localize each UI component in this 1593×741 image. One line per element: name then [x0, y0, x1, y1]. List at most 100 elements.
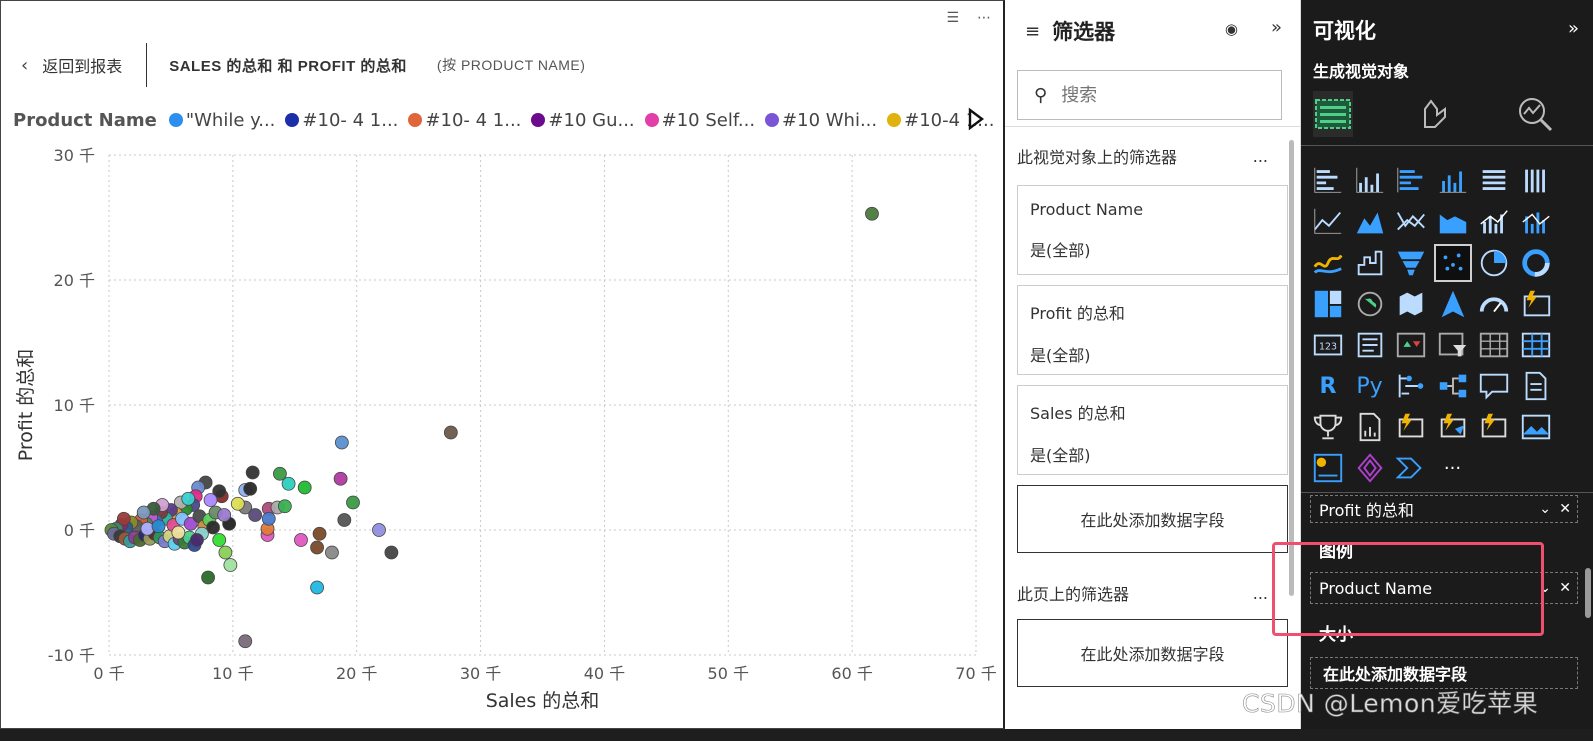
- visual-type-icon[interactable]: [1351, 244, 1389, 282]
- visual-type-icon[interactable]: [1517, 367, 1555, 405]
- data-point[interactable]: [325, 545, 339, 560]
- visual-type-icon[interactable]: [1309, 203, 1347, 241]
- data-point[interactable]: [245, 465, 260, 480]
- visual-type-icon[interactable]: [1309, 408, 1347, 446]
- legend-item[interactable]: #10 Self...: [644, 110, 755, 131]
- filter-card-profit[interactable]: Profit 的总和 是(全部): [1017, 285, 1288, 375]
- data-point[interactable]: [277, 499, 292, 514]
- data-point[interactable]: [243, 481, 258, 496]
- visual-type-icon[interactable]: [1517, 162, 1555, 200]
- visual-type-icon[interactable]: [1517, 285, 1555, 323]
- data-point[interactable]: [203, 493, 218, 507]
- visual-type-icon[interactable]: [1392, 162, 1430, 200]
- data-point[interactable]: [238, 634, 253, 649]
- data-point[interactable]: [212, 533, 227, 547]
- data-point[interactable]: [151, 519, 166, 534]
- collapse-pane-icon[interactable]: »: [1568, 18, 1579, 39]
- visual-type-icon[interactable]: Py: [1351, 367, 1389, 405]
- legend-item[interactable]: #10 Whi...: [765, 110, 877, 131]
- data-point[interactable]: [333, 471, 348, 486]
- more-options-icon[interactable]: ...: [1253, 147, 1268, 166]
- data-point[interactable]: [218, 545, 233, 560]
- filters-search[interactable]: ⚲: [1017, 70, 1282, 120]
- legend-item[interactable]: #10- 4 1...: [408, 110, 521, 131]
- visual-type-icon[interactable]: [1475, 367, 1513, 405]
- data-point[interactable]: [201, 570, 215, 585]
- data-point[interactable]: [294, 533, 308, 547]
- visual-type-icon[interactable]: [1392, 408, 1430, 446]
- visual-type-icon[interactable]: [1517, 203, 1555, 241]
- data-point[interactable]: [865, 206, 879, 221]
- visual-type-icon[interactable]: [1392, 203, 1430, 241]
- visual-type-icon[interactable]: [1475, 326, 1513, 364]
- visual-type-icon[interactable]: ···: [1434, 449, 1472, 487]
- data-point[interactable]: [230, 496, 245, 511]
- add-field-dropzone[interactable]: 在此处添加数据字段: [1017, 619, 1288, 687]
- data-point[interactable]: [223, 558, 238, 572]
- visual-type-icon[interactable]: [1351, 326, 1389, 364]
- data-point[interactable]: [116, 511, 131, 526]
- data-point[interactable]: [171, 525, 186, 540]
- visual-type-icon[interactable]: 123: [1309, 326, 1347, 364]
- collapse-pane-icon[interactable]: »: [1271, 17, 1282, 38]
- visual-type-icon[interactable]: [1475, 203, 1513, 241]
- build-visual-tab[interactable]: [1313, 91, 1353, 137]
- data-point[interactable]: [310, 580, 324, 595]
- visual-type-icon[interactable]: [1517, 408, 1555, 446]
- visual-type-icon[interactable]: [1434, 285, 1472, 323]
- data-point[interactable]: [310, 540, 324, 555]
- legend-item[interactable]: "While y...: [168, 110, 275, 131]
- data-point[interactable]: [346, 495, 360, 510]
- legend-item[interactable]: #10- 4 1...: [285, 110, 398, 131]
- legend-next-icon[interactable]: [966, 107, 986, 137]
- data-point[interactable]: [337, 513, 352, 527]
- data-point[interactable]: [248, 508, 263, 522]
- visual-type-icon[interactable]: [1351, 162, 1389, 200]
- y-axis-field[interactable]: Profit 的总和 ⌄ ✕: [1310, 495, 1578, 523]
- visual-type-icon[interactable]: [1475, 244, 1513, 282]
- search-input[interactable]: [1061, 84, 1262, 106]
- visual-type-icon[interactable]: [1517, 326, 1555, 364]
- visual-type-icon[interactable]: [1392, 449, 1430, 487]
- visual-type-icon[interactable]: [1475, 285, 1513, 323]
- visual-type-icon[interactable]: [1392, 326, 1430, 364]
- close-icon[interactable]: ✕: [1559, 580, 1571, 596]
- visual-type-icon[interactable]: [1475, 408, 1513, 446]
- visual-type-icon[interactable]: [1392, 367, 1430, 405]
- more-options-icon[interactable]: ⋯: [977, 10, 991, 26]
- back-to-report-button[interactable]: ‹ 返回到报表: [21, 53, 122, 77]
- visual-type-icon[interactable]: [1392, 244, 1430, 282]
- format-visual-tab[interactable]: [1415, 91, 1453, 137]
- data-point[interactable]: [136, 505, 151, 520]
- data-point[interactable]: [297, 480, 312, 495]
- filter-icon[interactable]: ☰: [946, 10, 959, 26]
- visual-type-icon[interactable]: [1351, 449, 1389, 487]
- scatter-chart-visual-icon[interactable]: [1433, 244, 1472, 282]
- data-point[interactable]: [140, 521, 155, 536]
- chevron-down-icon[interactable]: ⌄: [1539, 501, 1551, 517]
- visual-type-icon[interactable]: [1351, 408, 1389, 446]
- visual-type-icon[interactable]: [1351, 285, 1389, 323]
- visual-type-icon[interactable]: [1434, 203, 1472, 241]
- data-point[interactable]: [372, 523, 386, 537]
- more-options-icon[interactable]: ...: [1253, 584, 1268, 603]
- visual-type-icon[interactable]: [1434, 326, 1472, 364]
- filter-card-sales[interactable]: Sales 的总和 是(全部): [1017, 385, 1288, 475]
- legend-item[interactable]: #10 Gu...: [531, 110, 635, 131]
- filter-card-product-name[interactable]: Product Name 是(全部): [1017, 185, 1288, 275]
- chevron-down-icon[interactable]: ⌄: [1539, 580, 1551, 596]
- close-icon[interactable]: ✕: [1559, 501, 1571, 517]
- visual-type-icon[interactable]: [1309, 449, 1347, 487]
- add-field-dropzone[interactable]: 在此处添加数据字段: [1017, 485, 1288, 553]
- scrollbar[interactable]: [1585, 568, 1591, 618]
- visual-type-icon[interactable]: [1517, 244, 1555, 282]
- legend-field[interactable]: Product Name ⌄ ✕: [1310, 572, 1578, 604]
- visual-type-icon[interactable]: [1475, 162, 1513, 200]
- visual-type-icon[interactable]: [1309, 244, 1347, 282]
- visual-type-icon[interactable]: [1309, 285, 1347, 323]
- visual-type-icon[interactable]: [1434, 408, 1472, 446]
- data-point[interactable]: [190, 533, 204, 547]
- data-point[interactable]: [261, 511, 276, 526]
- visual-type-icon[interactable]: R: [1309, 367, 1347, 405]
- analytics-tab[interactable]: [1515, 91, 1555, 137]
